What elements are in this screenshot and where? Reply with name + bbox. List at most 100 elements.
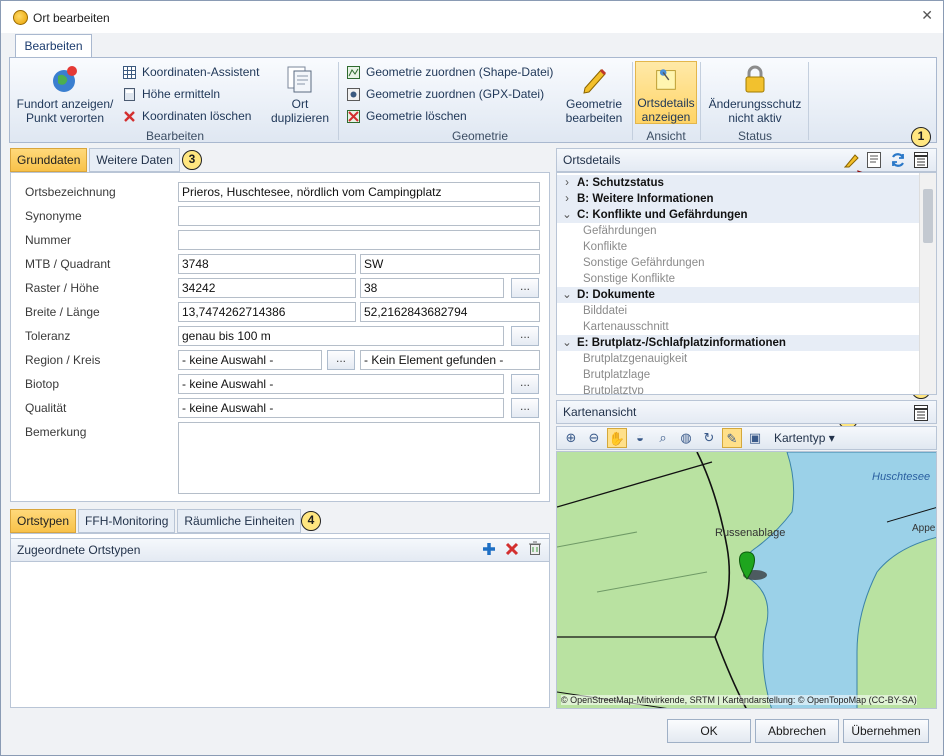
- geometrie-bearbeiten-button[interactable]: Geometrie bearbeiten: [560, 64, 628, 125]
- close-icon[interactable]: ✕: [921, 7, 933, 24]
- kreis-field[interactable]: - Kein Element gefunden -: [360, 350, 540, 370]
- hoehe-ermitteln-button[interactable]: Höhe ermitteln: [123, 87, 220, 101]
- tree-item-row[interactable]: Brutplatzlage: [557, 367, 919, 383]
- label-synonyme: Synonyme: [25, 209, 82, 223]
- biotop-ellipsis-button[interactable]: ...: [511, 374, 539, 394]
- nummer-field[interactable]: [178, 230, 540, 250]
- laenge-field[interactable]: 52,2162843682794: [360, 302, 540, 322]
- expand-arrow-icon[interactable]: ›: [557, 175, 577, 191]
- tree-item-row[interactable]: Kartenausschnitt: [557, 319, 919, 335]
- group-label-bearbeiten: Bearbeiten: [145, 129, 205, 143]
- expand-arrow-icon[interactable]: ⌄: [557, 207, 577, 223]
- map-refresh-icon[interactable]: ↻: [699, 428, 719, 448]
- add-icon[interactable]: [482, 542, 496, 556]
- aenderungsschutz-button[interactable]: Änderungsschutz nicht aktiv: [707, 64, 803, 125]
- grid-icon: [123, 65, 136, 79]
- edit-pencil-icon[interactable]: [844, 152, 860, 168]
- draw-icon[interactable]: ✎: [722, 428, 742, 448]
- tree-row-label: Bilddatei: [583, 305, 628, 317]
- geometrie-shape-label: Geometrie zuordnen (Shape-Datei): [366, 65, 554, 79]
- ort-duplizieren-button[interactable]: Ort duplizieren: [268, 64, 332, 125]
- tree-item-row[interactable]: Sonstige Konflikte: [557, 271, 919, 287]
- delete-icon[interactable]: [505, 542, 519, 556]
- pan-hand-icon[interactable]: ✋: [607, 428, 627, 448]
- window-title: Ort bearbeiten: [33, 11, 110, 25]
- biotop-field[interactable]: - keine Auswahl -: [178, 374, 504, 394]
- tree-category-row[interactable]: › B: Weitere Informationen: [557, 191, 919, 207]
- tree-scroll-thumb[interactable]: [923, 189, 933, 243]
- zoom-out-icon[interactable]: ⊖: [584, 428, 604, 448]
- abbrechen-button[interactable]: Abbrechen: [755, 719, 839, 743]
- synonyme-field[interactable]: [178, 206, 540, 226]
- label-bemerkung: Bemerkung: [25, 425, 87, 439]
- quadrant-field[interactable]: SW: [360, 254, 540, 274]
- koordinaten-assistent-button[interactable]: Koordinaten-Assistent: [123, 65, 259, 79]
- ortsdetails-label-2: anzeigen: [641, 110, 691, 124]
- uebernehmen-button[interactable]: Übernehmen: [843, 719, 929, 743]
- tree-item-row[interactable]: Bilddatei: [557, 303, 919, 319]
- map-canvas[interactable]: Huschtesee Russenablage Appel: [557, 452, 937, 709]
- geometrie-shape-button[interactable]: Geometrie zuordnen (Shape-Datei): [347, 65, 553, 79]
- clear-icon[interactable]: [528, 541, 542, 556]
- mtb-field[interactable]: 3748: [178, 254, 356, 274]
- tree-item-row[interactable]: Sonstige Gefährdungen: [557, 255, 919, 271]
- tab-raeumliche-einheiten[interactable]: Räumliche Einheiten: [177, 509, 302, 533]
- qualitaet-field[interactable]: - keine Auswahl -: [178, 398, 504, 418]
- tab-grunddaten[interactable]: Grunddaten: [10, 148, 88, 172]
- tree-item-row[interactable]: Brutplatztyp: [557, 383, 919, 394]
- geometrie-gpx-button[interactable]: Geometrie zuordnen (GPX-Datei): [347, 87, 544, 101]
- map-panel-options-icon[interactable]: [914, 405, 928, 421]
- globe-icon[interactable]: ◍: [676, 428, 696, 448]
- tree-item-row[interactable]: Gefährdungen: [557, 223, 919, 239]
- tree-row-label: Sonstige Konflikte: [583, 273, 676, 285]
- tree-row-label: Brutplatzgenauigkeit: [583, 353, 688, 365]
- details-list-icon[interactable]: [867, 152, 881, 168]
- breite-field[interactable]: 13,7474262714386: [178, 302, 356, 322]
- ortsbezeichnung-field[interactable]: Prieros, Huschtesee, nördlich vom Campin…: [178, 182, 540, 202]
- bemerkung-textarea[interactable]: [178, 422, 540, 494]
- fundort-anzeigen-button[interactable]: Fundort anzeigen/ Punkt verorten: [14, 64, 116, 125]
- ok-button[interactable]: OK: [667, 719, 751, 743]
- zoom-in-icon[interactable]: ⊕: [561, 428, 581, 448]
- refresh-icon[interactable]: [890, 152, 906, 168]
- geometrie-loeschen-button[interactable]: Geometrie löschen: [347, 109, 467, 123]
- tab-ffh-monitoring[interactable]: FFH-Monitoring: [78, 509, 176, 533]
- tree-category-row[interactable]: ⌄ E: Brutplatz-/Schlafplatzinformationen: [557, 335, 919, 351]
- region-field[interactable]: - keine Auswahl -: [178, 350, 322, 370]
- tree-item-row[interactable]: Brutplatzgenauigkeit: [557, 351, 919, 367]
- tree-scrollbar[interactable]: [919, 173, 936, 394]
- expand-arrow-icon[interactable]: ⌄: [557, 335, 577, 351]
- map-view[interactable]: Huschtesee Russenablage Appel © OpenStre…: [556, 451, 937, 709]
- koordinaten-loeschen-button[interactable]: Koordinaten löschen: [123, 109, 251, 123]
- zoom-box-icon[interactable]: ⌕: [653, 428, 673, 448]
- ortsdetails-anzeigen-button[interactable]: Ortsdetails anzeigen: [635, 61, 697, 124]
- tab-weitere-daten[interactable]: Weitere Daten: [89, 148, 180, 172]
- save-icon[interactable]: ▣: [745, 428, 765, 448]
- qualitaet-ellipsis-button[interactable]: ...: [511, 398, 539, 418]
- expand-arrow-icon[interactable]: ›: [557, 191, 577, 207]
- calculator-icon: [124, 87, 135, 101]
- ribbon: Fundort anzeigen/ Punkt verorten Koordin…: [9, 57, 937, 143]
- gpx-file-icon: [347, 87, 360, 101]
- kartentyp-dropdown[interactable]: Kartentyp ▾: [774, 431, 835, 445]
- raster-field[interactable]: 34242: [178, 278, 356, 298]
- toleranz-field[interactable]: genau bis 100 m: [178, 326, 504, 346]
- tab-ortstypen[interactable]: Ortstypen: [10, 509, 77, 533]
- kartenansicht-title: Kartenansicht: [563, 405, 637, 419]
- panel-options-icon[interactable]: [914, 152, 928, 168]
- tree-category-row[interactable]: › A: Schutzstatus: [557, 175, 919, 191]
- tree-row-label: D: Dokumente: [577, 289, 655, 301]
- region-ellipsis-button[interactable]: ...: [327, 350, 355, 370]
- tree-category-row[interactable]: ⌄ C: Konflikte und Gefährdungen: [557, 207, 919, 223]
- hoehe-ellipsis-button[interactable]: ...: [511, 278, 539, 298]
- hoehe-field[interactable]: 38: [360, 278, 504, 298]
- tree-category-row[interactable]: ⌄ D: Dokumente: [557, 287, 919, 303]
- lower-tabs: Ortstypen FFH-Monitoring Räumliche Einhe…: [10, 509, 302, 533]
- tree-item-row[interactable]: Konflikte: [557, 239, 919, 255]
- ribbon-tab-bearbeiten[interactable]: Bearbeiten: [15, 34, 92, 58]
- expand-arrow-icon[interactable]: ⌄: [557, 287, 577, 303]
- ribbon-separator: [808, 62, 809, 140]
- layers-icon[interactable]: ◒: [630, 428, 650, 448]
- toleranz-ellipsis-button[interactable]: ...: [511, 326, 539, 346]
- tree-row-label: Kartenausschnitt: [583, 321, 669, 333]
